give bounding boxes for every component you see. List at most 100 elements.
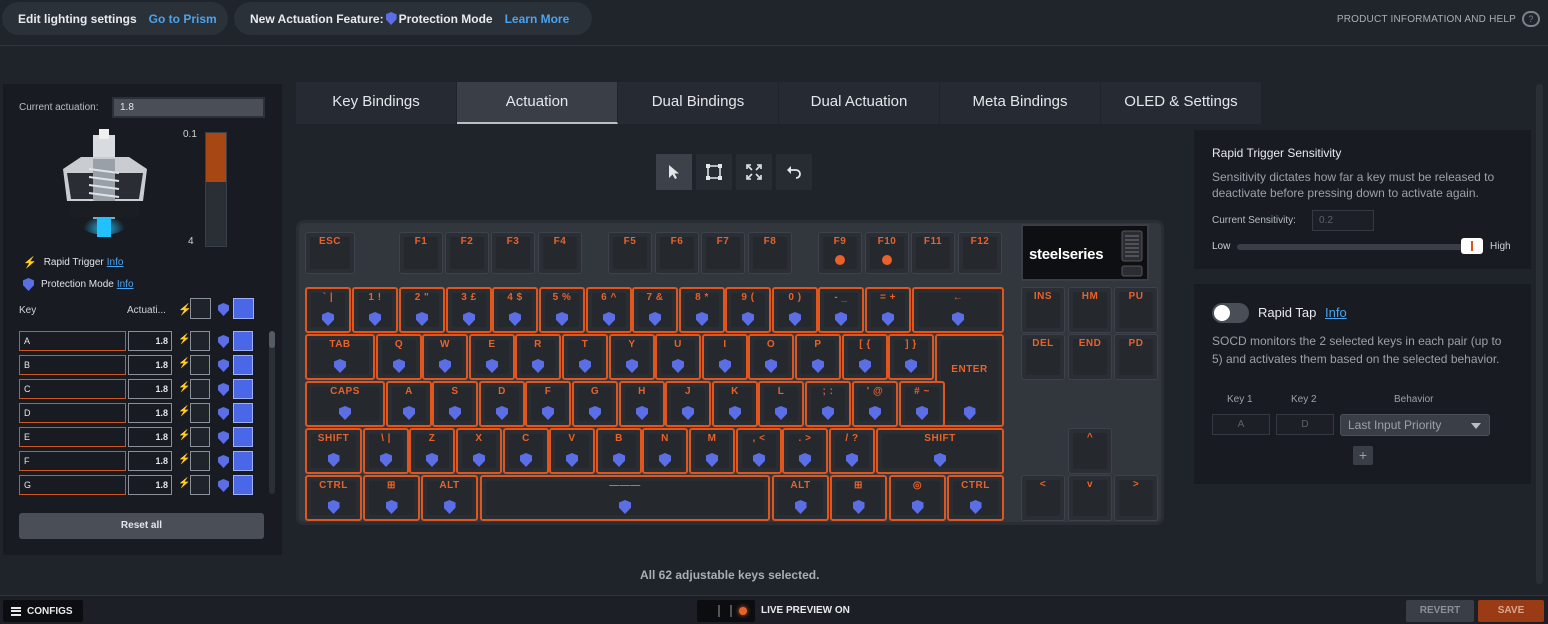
- live-preview-toggle[interactable]: [697, 600, 755, 622]
- key-j[interactable]: J: [665, 381, 711, 427]
- key-f8[interactable]: F8: [748, 232, 792, 274]
- key-row[interactable]: B 1.8 ⚡: [19, 355, 264, 375]
- key-row[interactable]: F 1.8 ⚡: [19, 451, 264, 471]
- rapid-trigger-checkbox[interactable]: [190, 379, 210, 399]
- key-name[interactable]: B: [19, 355, 126, 375]
- key-bslash[interactable]: \ |: [363, 428, 409, 474]
- key-hash[interactable]: # ~: [899, 381, 945, 427]
- key-quote[interactable]: ' @: [852, 381, 898, 427]
- key-a[interactable]: A: [386, 381, 432, 427]
- key-equal[interactable]: = +: [865, 287, 911, 333]
- key-f12[interactable]: F12: [958, 232, 1002, 274]
- key-n4[interactable]: 4 $: [492, 287, 538, 333]
- key-actuation-value[interactable]: 1.8: [128, 355, 172, 375]
- save-button[interactable]: SAVE: [1478, 600, 1544, 622]
- key-u[interactable]: U: [655, 334, 701, 380]
- sensitivity-slider[interactable]: [1237, 238, 1484, 254]
- protection-checkbox[interactable]: [233, 355, 253, 375]
- key-f[interactable]: F: [525, 381, 571, 427]
- key-f11[interactable]: F11: [911, 232, 955, 274]
- key-right[interactable]: >: [1114, 475, 1158, 521]
- key-f6[interactable]: F6: [655, 232, 699, 274]
- key-f7[interactable]: F7: [701, 232, 745, 274]
- key-f2[interactable]: F2: [445, 232, 489, 274]
- key-menu[interactable]: ◎: [889, 475, 946, 521]
- tab-actuation[interactable]: Actuation: [457, 82, 618, 124]
- rapid-trigger-info-link[interactable]: Info: [107, 257, 124, 268]
- key-m[interactable]: M: [689, 428, 735, 474]
- key-p[interactable]: P: [795, 334, 841, 380]
- undo-tool-button[interactable]: [776, 154, 812, 190]
- protection-checkbox[interactable]: [233, 475, 253, 495]
- key-c[interactable]: C: [503, 428, 549, 474]
- tab-meta-bindings[interactable]: Meta Bindings: [940, 82, 1101, 124]
- key-n7[interactable]: 7 &: [632, 287, 678, 333]
- key-bksp[interactable]: ←: [912, 287, 1004, 333]
- key-row[interactable]: C 1.8 ⚡: [19, 379, 264, 399]
- pointer-tool-button[interactable]: [656, 154, 692, 190]
- key-slash[interactable]: / ?: [829, 428, 875, 474]
- key-name[interactable]: G: [19, 475, 126, 495]
- key-q[interactable]: Q: [376, 334, 422, 380]
- select-all-rapid-trigger-checkbox[interactable]: [190, 298, 211, 319]
- key-rbr[interactable]: ] }: [888, 334, 934, 380]
- key-space[interactable]: ———: [480, 475, 770, 521]
- key-actuation-value[interactable]: 1.8: [128, 331, 172, 351]
- key-n8[interactable]: 8 *: [679, 287, 725, 333]
- rapid-trigger-checkbox[interactable]: [190, 403, 210, 423]
- key-t[interactable]: T: [562, 334, 608, 380]
- key-n2[interactable]: 2 ": [399, 287, 445, 333]
- key-ralt[interactable]: ALT: [772, 475, 829, 521]
- column-header-actuation[interactable]: Actuati...: [127, 305, 166, 316]
- key-tab[interactable]: TAB: [305, 334, 375, 380]
- list-scrollbar[interactable]: [269, 331, 275, 494]
- key-s[interactable]: S: [432, 381, 478, 427]
- key-v[interactable]: V: [549, 428, 595, 474]
- select-all-tool-button[interactable]: [736, 154, 772, 190]
- go-to-prism-link[interactable]: Go to Prism: [149, 12, 217, 26]
- main-scrollbar[interactable]: [1536, 84, 1543, 584]
- key-f9[interactable]: F9: [818, 232, 862, 274]
- protection-checkbox[interactable]: [233, 403, 253, 423]
- key-f3[interactable]: F3: [491, 232, 535, 274]
- tab-dual-actuation[interactable]: Dual Actuation: [779, 82, 940, 124]
- key-actuation-value[interactable]: 1.8: [128, 451, 172, 471]
- key1-box[interactable]: A: [1212, 414, 1270, 435]
- key-rshift[interactable]: SHIFT: [876, 428, 1004, 474]
- sensitivity-slider-thumb[interactable]: [1461, 238, 1484, 254]
- key-n5[interactable]: 5 %: [539, 287, 585, 333]
- protection-checkbox[interactable]: [233, 451, 253, 471]
- key-row[interactable]: D 1.8 ⚡: [19, 403, 264, 423]
- rapid-trigger-checkbox[interactable]: [190, 475, 210, 495]
- key-x[interactable]: X: [456, 428, 502, 474]
- protection-checkbox[interactable]: [233, 331, 253, 351]
- tab-dual-bindings[interactable]: Dual Bindings: [618, 82, 779, 124]
- key-left[interactable]: <: [1021, 475, 1065, 521]
- key-l[interactable]: L: [758, 381, 804, 427]
- add-pair-button[interactable]: +: [1353, 446, 1373, 465]
- key-row[interactable]: E 1.8 ⚡: [19, 427, 264, 447]
- key-b[interactable]: B: [596, 428, 642, 474]
- rapid-trigger-checkbox[interactable]: [190, 331, 210, 351]
- key-lwin[interactable]: ⊞: [363, 475, 420, 521]
- key-e[interactable]: E: [469, 334, 515, 380]
- key-k[interactable]: K: [712, 381, 758, 427]
- behavior-select[interactable]: Last Input Priority: [1340, 414, 1490, 436]
- key-end[interactable]: END: [1068, 334, 1112, 380]
- rapid-trigger-checkbox[interactable]: [190, 427, 210, 447]
- list-scroll-thumb[interactable]: [269, 331, 275, 348]
- key-semi[interactable]: ; :: [805, 381, 851, 427]
- select-all-protection-checkbox[interactable]: [233, 298, 254, 319]
- key-g[interactable]: G: [572, 381, 618, 427]
- key2-box[interactable]: D: [1276, 414, 1334, 435]
- key-up[interactable]: ^: [1068, 428, 1112, 474]
- protection-checkbox[interactable]: [233, 379, 253, 399]
- tab-oled-settings[interactable]: OLED & Settings: [1101, 82, 1262, 124]
- key-n3[interactable]: 3 £: [446, 287, 492, 333]
- protection-checkbox[interactable]: [233, 427, 253, 447]
- rapid-tap-toggle[interactable]: [1212, 303, 1249, 323]
- key-rwin[interactable]: ⊞: [830, 475, 887, 521]
- rapid-tap-info-link[interactable]: Info: [1325, 305, 1347, 320]
- key-n9[interactable]: 9 (: [725, 287, 771, 333]
- key-minus[interactable]: - _: [818, 287, 864, 333]
